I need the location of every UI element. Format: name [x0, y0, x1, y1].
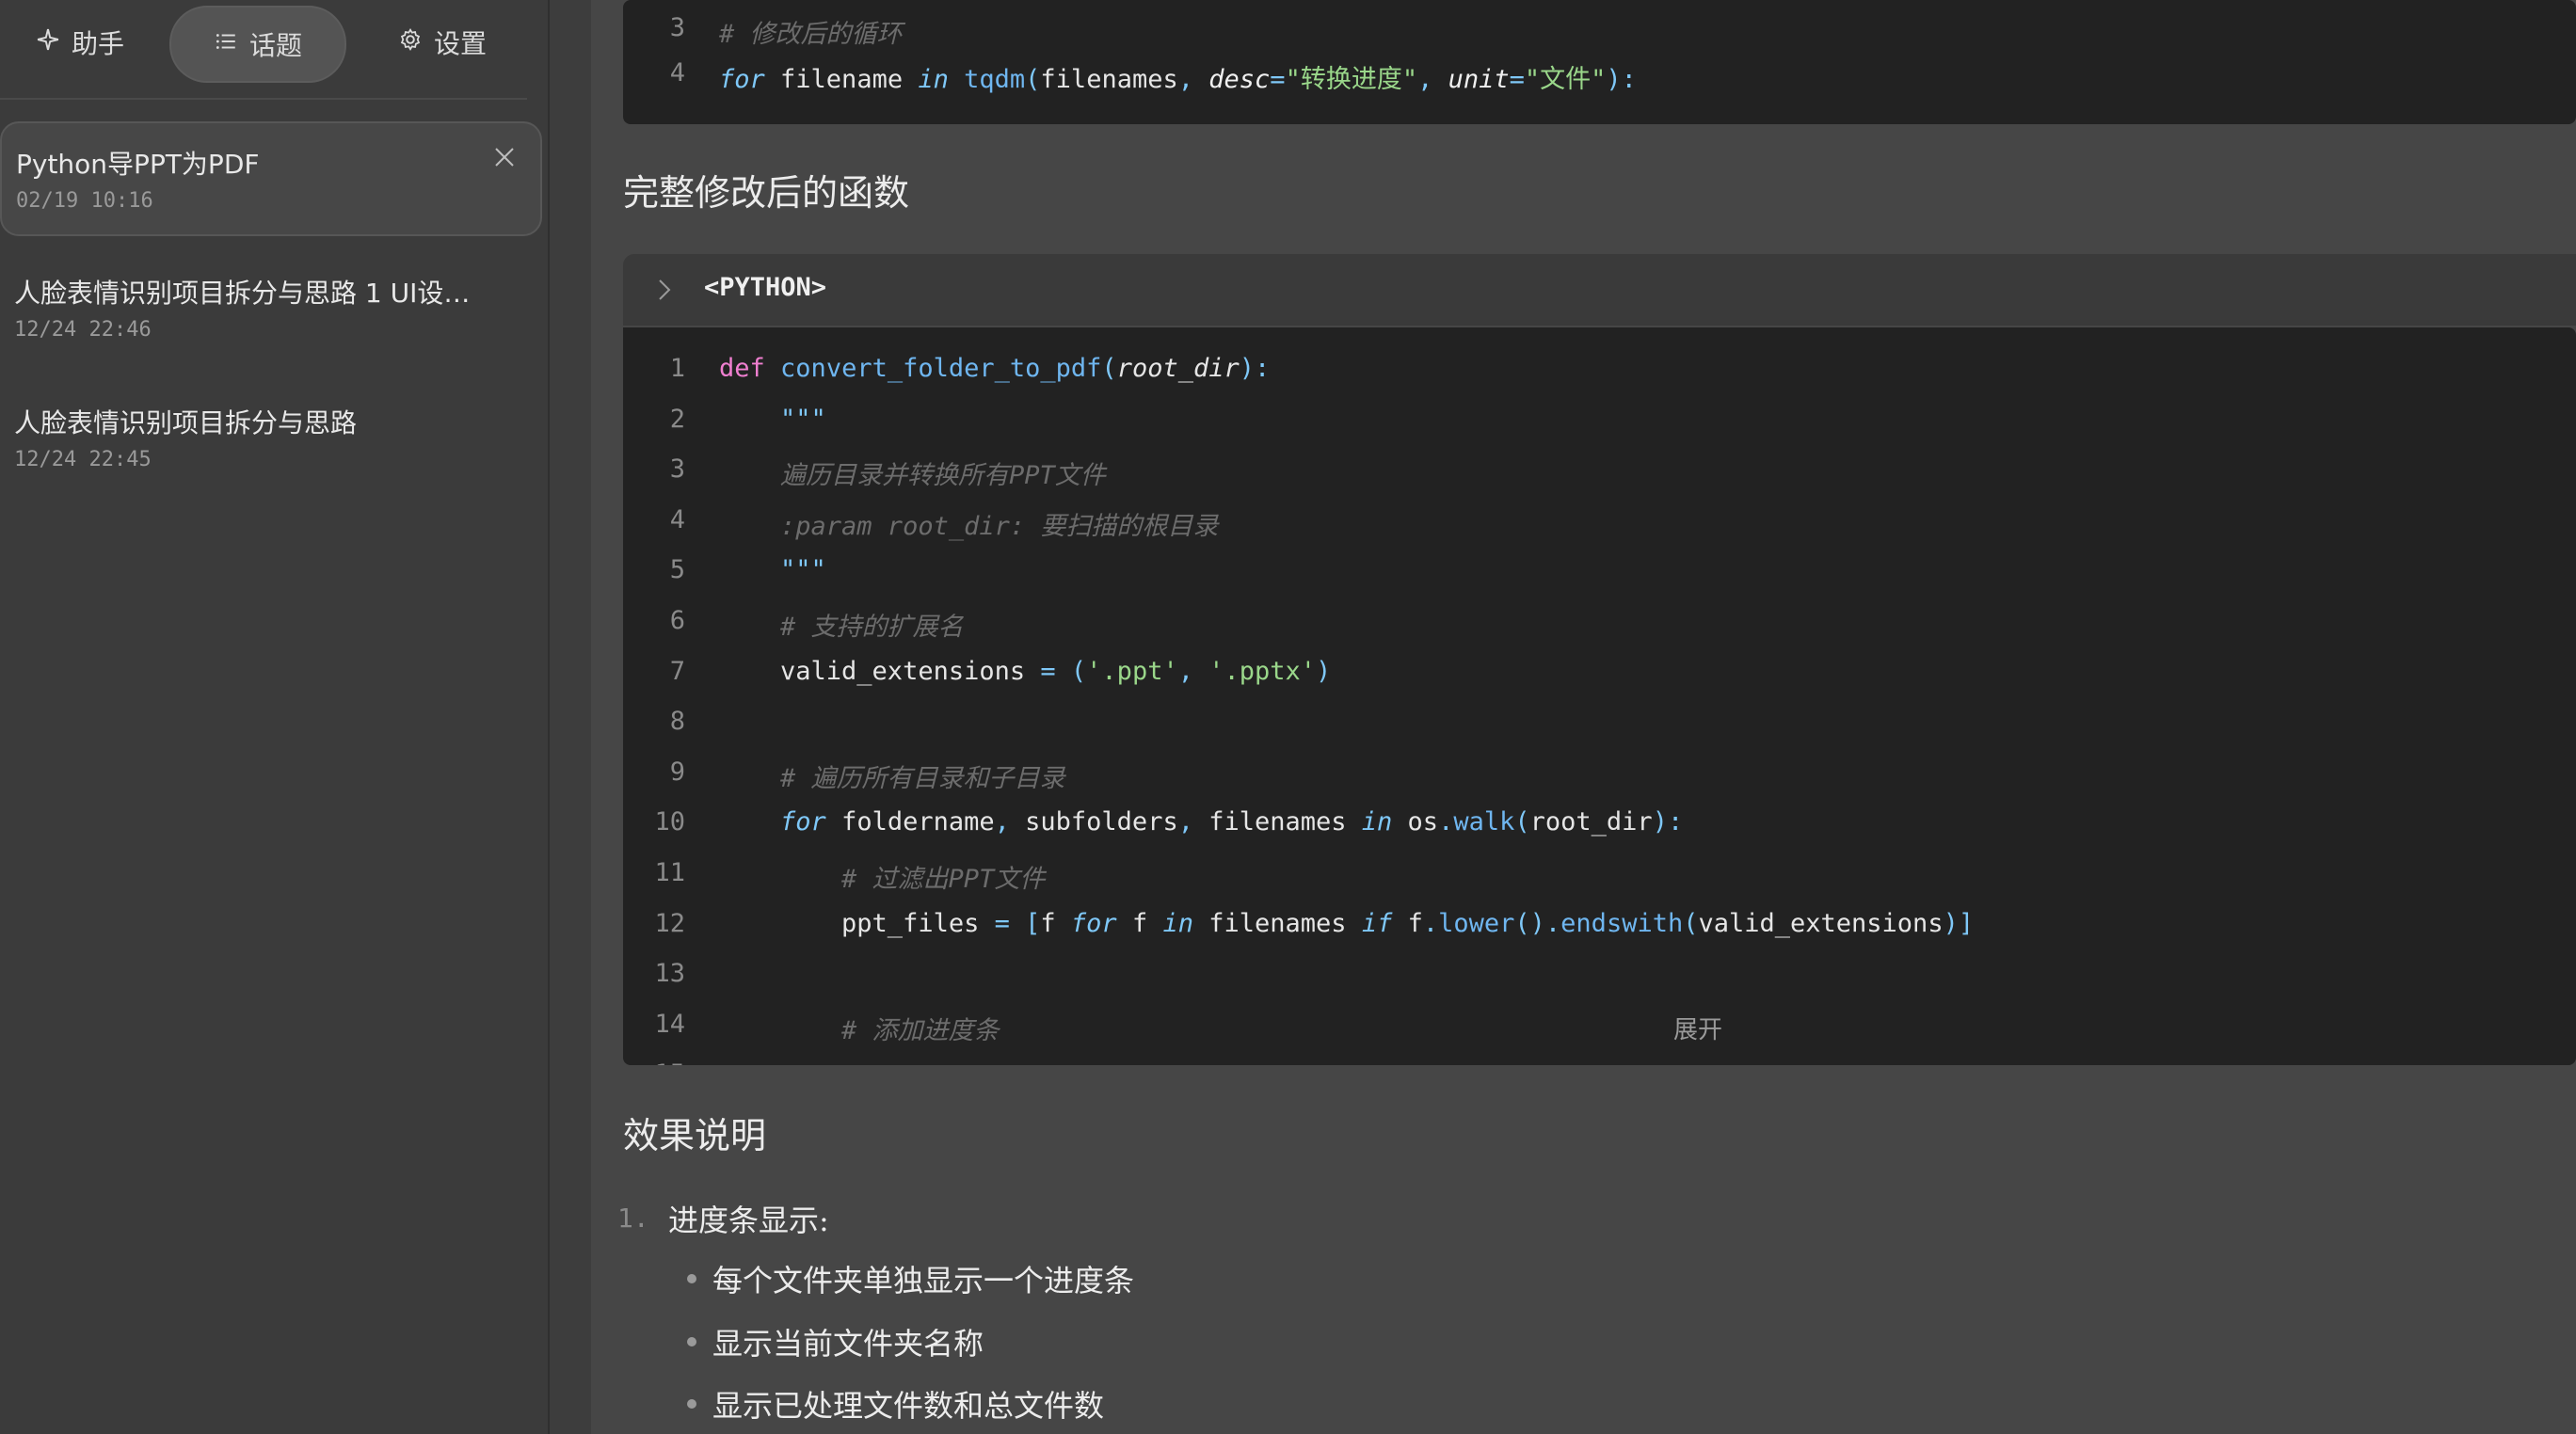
code-line: for foldername, subfolders, filenames in…: [780, 807, 1684, 837]
code-block-header: <PYTHON>: [623, 254, 2576, 326]
expand-button[interactable]: 展开: [1673, 1011, 1722, 1045]
list-number: 1.: [617, 1203, 649, 1234]
chevron-right-icon[interactable]: [653, 277, 676, 307]
list-item: 显示已处理文件数和总文件数: [712, 1388, 1105, 1424]
code-line: def convert_folder_to_pdf(root_dir):: [719, 354, 1271, 383]
tab-assistant[interactable]: 助手: [19, 6, 141, 79]
bullet: [687, 1274, 696, 1283]
code-line: # 支持的扩展名: [719, 613, 964, 642]
line-number: 11: [654, 858, 685, 887]
sparkle-icon: [36, 27, 60, 58]
code-line: ppt_files = [f for f in filenames if f.l…: [719, 908, 1975, 938]
code-block-previous: 3 # 修改后的循环 4 for filename in tqdm(filena…: [623, 0, 2576, 124]
line-number: 5: [669, 555, 685, 585]
code-line: """: [719, 555, 826, 585]
section-heading: 完整修改后的函数: [623, 172, 910, 214]
code-block: 1 def convert_folder_to_pdf(root_dir): 2 "…: [623, 327, 2576, 1065]
tab-settings[interactable]: 设置: [376, 6, 508, 79]
code-line: 遍历目录并转换所有PPT文件: [719, 461, 1106, 491]
line-number: 12: [654, 908, 685, 938]
sidebar-tabs: 助手 话题 设置: [0, 0, 548, 98]
topic-title: 人脸表情识别项目拆分与思路 1 UI设…: [14, 278, 471, 309]
bullet: [687, 1399, 696, 1409]
line-number: 1: [669, 354, 685, 383]
line-number: 15: [623, 1060, 685, 1065]
topic-item[interactable]: 人脸表情识别项目拆分与思路 1 UI设… 12/24 22:46: [0, 254, 538, 358]
tab-assistant-label: 助手: [71, 28, 124, 59]
code-line: # 过滤出PPT文件: [719, 865, 1046, 894]
topic-title: Python导PPT为PDF: [16, 149, 260, 180]
code-line: # 修改后的循环: [719, 20, 903, 49]
list-item: 每个文件夹单独显示一个进度条: [712, 1263, 1135, 1299]
topic-time: 02/19 10:16: [16, 189, 153, 213]
line-number: 7: [669, 656, 685, 686]
bullet: [687, 1337, 696, 1346]
code-line: """: [719, 404, 826, 434]
list-icon: [214, 29, 238, 60]
gear-icon: [398, 27, 423, 58]
section-heading: 效果说明: [623, 1115, 767, 1156]
topic-item[interactable]: 人脸表情识别项目拆分与思路 12/24 22:45: [0, 384, 538, 487]
line-number: 4: [669, 58, 685, 88]
code-line: valid_extensions = ('.ppt', '.pptx'): [719, 656, 1332, 686]
code-line: for filename in tqdm(ppt_files, desc=f"转…: [719, 1060, 2198, 1065]
close-icon[interactable]: [493, 146, 516, 168]
line-number: 3: [669, 13, 685, 42]
tab-topics-label: 话题: [248, 30, 302, 61]
line-number: 9: [669, 757, 685, 787]
line-number: 13: [654, 959, 685, 989]
list-item-title: 进度条显示:: [668, 1203, 829, 1238]
line-number: 14: [654, 1009, 685, 1039]
line-number: 3: [669, 454, 685, 485]
code-line: :param root_dir: 要扫描的根目录: [719, 511, 1219, 541]
divider: [0, 98, 527, 100]
line-number: 6: [669, 606, 685, 635]
code-language-label: <PYTHON>: [704, 273, 827, 302]
line-number: 4: [669, 504, 685, 534]
gutter: [550, 0, 591, 1434]
tab-topics[interactable]: 话题: [169, 6, 346, 83]
line-number: 10: [654, 807, 685, 837]
code-line: # 遍历所有目录和子目录: [719, 763, 1065, 793]
tab-settings-label: 设置: [433, 28, 487, 59]
line-number: 8: [669, 707, 685, 737]
sidebar: 助手 话题 设置 Python导PPT为PDF 02/19 10:16 人脸表情…: [0, 0, 548, 1434]
code-line: # 添加进度条: [719, 1015, 1000, 1045]
topic-time: 12/24 22:45: [14, 448, 152, 471]
topic-time: 12/24 22:46: [14, 318, 152, 342]
topic-title: 人脸表情识别项目拆分与思路: [14, 407, 358, 438]
code-line: for filename in tqdm(filenames, desc="转换…: [719, 65, 1637, 94]
list-item: 显示当前文件夹名称: [712, 1326, 984, 1362]
line-number: 2: [669, 404, 685, 434]
topic-item-active[interactable]: Python导PPT为PDF 02/19 10:16: [0, 121, 542, 236]
